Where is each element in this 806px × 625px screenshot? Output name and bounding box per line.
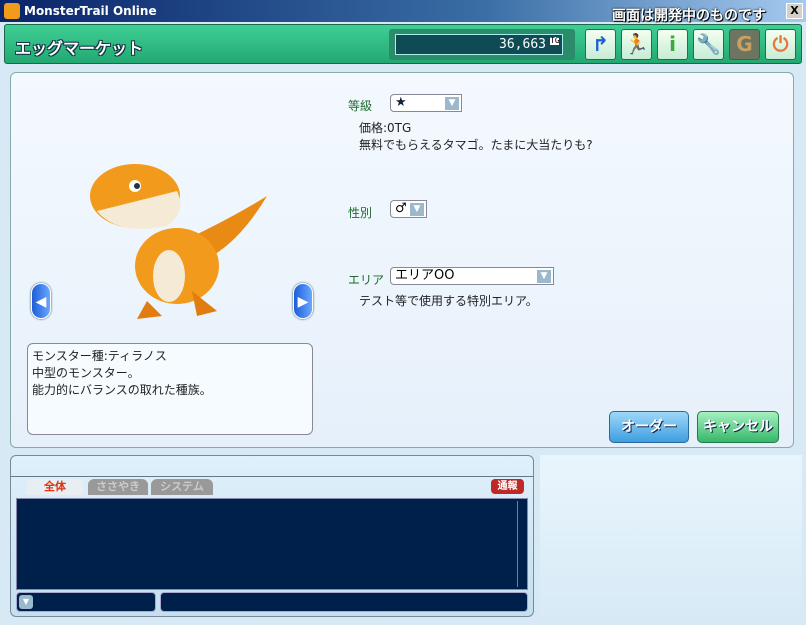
return-icon: ↱ xyxy=(592,32,609,56)
chat-log xyxy=(16,498,528,590)
dev-note: 画面は開発中のものです xyxy=(612,8,766,24)
monster-size: 中型のモンスター。 xyxy=(32,366,140,380)
area-value: エリアOO xyxy=(395,268,455,283)
run-icon: 🏃 xyxy=(624,32,649,56)
money-unit: TG xyxy=(550,36,560,45)
power-icon: ⏻ xyxy=(772,32,789,56)
tab-all[interactable]: 全体 xyxy=(27,479,83,495)
chat-input[interactable] xyxy=(160,592,528,612)
money-bag-icon: G xyxy=(736,32,753,56)
monster-image xyxy=(90,164,267,319)
egg-description: 無料でもらえるタマゴ。たまに大当たりも? xyxy=(359,138,593,152)
wrench-icon: 🔧 xyxy=(696,32,721,56)
tab-system[interactable]: システム xyxy=(151,479,213,495)
close-button[interactable]: X xyxy=(786,3,803,19)
chat-panel: 全体 ささやき システム 通報 ▼ xyxy=(10,455,534,617)
grade-label: 等級 xyxy=(348,99,373,113)
app-icon xyxy=(4,3,20,19)
chevron-down-icon: ▼ xyxy=(19,595,33,609)
report-button[interactable]: 通報 xyxy=(491,479,524,494)
grade-dropdown[interactable]: ★ ▼ xyxy=(390,94,462,112)
settings-button[interactable]: 🔧 xyxy=(693,29,724,60)
cancel-button[interactable]: キャンセル xyxy=(697,411,779,443)
next-monster-button[interactable]: ▶ xyxy=(293,283,313,319)
info-button[interactable]: i xyxy=(657,29,688,60)
header: エッグマーケット 36,663 TG ↱ 🏃 i 🔧 G ⏻ xyxy=(4,24,802,64)
monster-species: モンスター種:ティラノス xyxy=(32,349,167,363)
order-button[interactable]: オーダー xyxy=(609,411,689,443)
money-value: 36,663 xyxy=(499,37,546,52)
run-button[interactable]: 🏃 xyxy=(621,29,652,60)
gender-label: 性別 xyxy=(348,206,373,220)
area-description: テスト等で使用する特別エリア。 xyxy=(359,294,538,308)
grade-value: ★ xyxy=(395,95,407,110)
chevron-down-icon: ▼ xyxy=(410,203,424,216)
chat-channel-select[interactable]: ▼ xyxy=(16,592,156,612)
bag-button[interactable]: G xyxy=(729,29,760,60)
chat-scrollbar[interactable] xyxy=(517,501,525,587)
gender-value: ♂ xyxy=(395,201,407,216)
return-button[interactable]: ↱ xyxy=(585,29,616,60)
screen-title: エッグマーケット xyxy=(15,39,144,58)
monster-description: モンスター種:ティラノス 中型のモンスター。 能力的にバランスの取れた種族。 xyxy=(27,343,313,435)
monster-trait: 能力的にバランスの取れた種族。 xyxy=(32,383,212,397)
tab-whisper[interactable]: ささやき xyxy=(88,479,148,495)
money-display: 36,663 TG xyxy=(389,29,575,60)
power-button[interactable]: ⏻ xyxy=(765,29,796,60)
empty-area xyxy=(540,455,802,617)
chevron-down-icon: ▼ xyxy=(537,270,551,283)
egg-market-panel: ◀ ▶ モンスター種:ティラノス 中型のモンスター。 能力的にバランスの取れた種… xyxy=(10,72,794,448)
area-dropdown[interactable]: エリアOO ▼ xyxy=(390,267,554,285)
chevron-down-icon: ▼ xyxy=(445,97,459,110)
prev-monster-button[interactable]: ◀ xyxy=(31,283,51,319)
gender-dropdown[interactable]: ♂ ▼ xyxy=(390,200,427,218)
title-bar: MonsterTrail Online 画面は開発中のものです X xyxy=(0,0,806,24)
window-title: MonsterTrail Online xyxy=(24,4,157,18)
area-label: エリア xyxy=(348,273,385,287)
info-icon: i xyxy=(669,32,676,56)
price-text: 価格:0TG xyxy=(359,121,412,135)
